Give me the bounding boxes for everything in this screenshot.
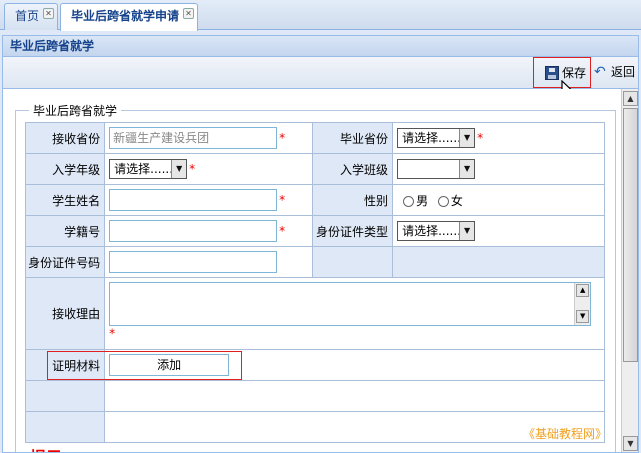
- scrollbar-thumb[interactable]: [623, 108, 638, 362]
- floppy-disk-icon: [545, 66, 559, 80]
- required-mark: *: [477, 131, 484, 145]
- empty-cell: [24, 380, 106, 412]
- student-id-input[interactable]: [109, 220, 278, 242]
- required-mark: *: [189, 162, 196, 176]
- empty-cell: [104, 380, 605, 412]
- tip-heading: 提示: [30, 444, 62, 452]
- tab-cross-province-application[interactable]: 毕业后跨省就学申请 ✕: [60, 3, 199, 31]
- gender-male-radio[interactable]: [403, 195, 415, 207]
- required-mark: *: [279, 193, 286, 207]
- id-number-input[interactable]: [109, 251, 278, 273]
- scroll-up-arrow-icon[interactable]: ▲: [623, 91, 638, 106]
- gender-male-label: 男: [416, 193, 429, 208]
- id-number-label: 身份证件号码: [24, 246, 106, 278]
- back-label: 返回: [611, 65, 636, 79]
- dropdown-arrow-icon: ▼: [459, 222, 475, 240]
- application-form: 接收省份 新疆生产建设兵团 * 毕业省份 请选择...... ▼ * 入学年级 请选择…: [24, 122, 605, 443]
- close-icon[interactable]: ✕: [183, 8, 195, 19]
- enroll-class-label: 入学班级: [312, 153, 394, 185]
- dropdown-arrow-icon: ▼: [171, 160, 187, 178]
- fieldset-legend: 毕业后跨省就学: [29, 102, 122, 119]
- gender-label: 性别: [312, 184, 394, 216]
- proof-highlight-box: [47, 351, 242, 380]
- student-name-label: 学生姓名: [24, 184, 106, 216]
- save-label: 保存: [562, 66, 587, 80]
- reason-textarea[interactable]: ▲ ▼: [109, 282, 592, 326]
- scroll-up-arrow-icon[interactable]: ▲: [576, 284, 590, 297]
- reason-label: 接收理由: [24, 277, 106, 350]
- tab-home-label: 首页: [15, 9, 40, 23]
- tab-bar: 首页 ✕ 毕业后跨省就学申请 ✕: [0, 0, 641, 31]
- empty-cell: [392, 246, 605, 278]
- form-content: 毕业后跨省就学 接收省份 新疆生产建设兵团 * 毕业省份 请选择...... ▼ * …: [2, 89, 639, 453]
- toolbar: 保存 ↶ 返回: [2, 57, 639, 89]
- grad-province-value: 请选择......: [402, 131, 461, 145]
- back-button[interactable]: ↶ 返回: [591, 57, 639, 88]
- textarea-scrollbar[interactable]: ▲ ▼: [574, 283, 591, 325]
- receive-province-label: 接收省份: [24, 122, 106, 154]
- grad-province-select[interactable]: 请选择...... ▼: [397, 128, 476, 148]
- id-type-value: 请选择......: [402, 224, 461, 238]
- dropdown-arrow-icon: ▼: [459, 129, 475, 147]
- gender-female-radio[interactable]: [437, 195, 449, 207]
- tab-home[interactable]: 首页 ✕: [4, 3, 59, 30]
- enroll-class-select[interactable]: ▼: [397, 159, 476, 179]
- watermark: 《基础教程网》: [523, 427, 608, 441]
- close-icon[interactable]: ✕: [43, 8, 55, 19]
- return-arrow-icon: ↶: [594, 64, 606, 80]
- gender-female-label: 女: [450, 193, 463, 208]
- tab-application-label: 毕业后跨省就学申请: [71, 9, 180, 23]
- empty-cell: [312, 246, 394, 278]
- grad-province-label: 毕业省份: [312, 122, 394, 154]
- scroll-down-arrow-icon[interactable]: ▼: [623, 436, 638, 451]
- page-scrollbar[interactable]: ▲ ▼: [621, 89, 638, 452]
- student-id-label: 学籍号: [24, 215, 106, 247]
- enroll-grade-select[interactable]: 请选择...... ▼: [109, 159, 188, 179]
- panel-title: 毕业后跨省就学: [2, 35, 639, 57]
- enroll-grade-label: 入学年级: [24, 153, 106, 185]
- student-name-input[interactable]: [109, 189, 278, 211]
- dropdown-arrow-icon: ▼: [459, 160, 475, 178]
- scroll-down-arrow-icon[interactable]: ▼: [576, 310, 590, 323]
- empty-cell: [24, 411, 106, 443]
- receive-province-field[interactable]: 新疆生产建设兵团: [109, 127, 278, 149]
- id-type-select[interactable]: 请选择...... ▼: [397, 221, 476, 241]
- required-mark: *: [279, 131, 286, 145]
- enroll-grade-value: 请选择......: [114, 162, 174, 176]
- required-mark: *: [109, 326, 116, 341]
- id-type-label: 身份证件类型: [312, 215, 394, 247]
- required-mark: *: [279, 224, 286, 238]
